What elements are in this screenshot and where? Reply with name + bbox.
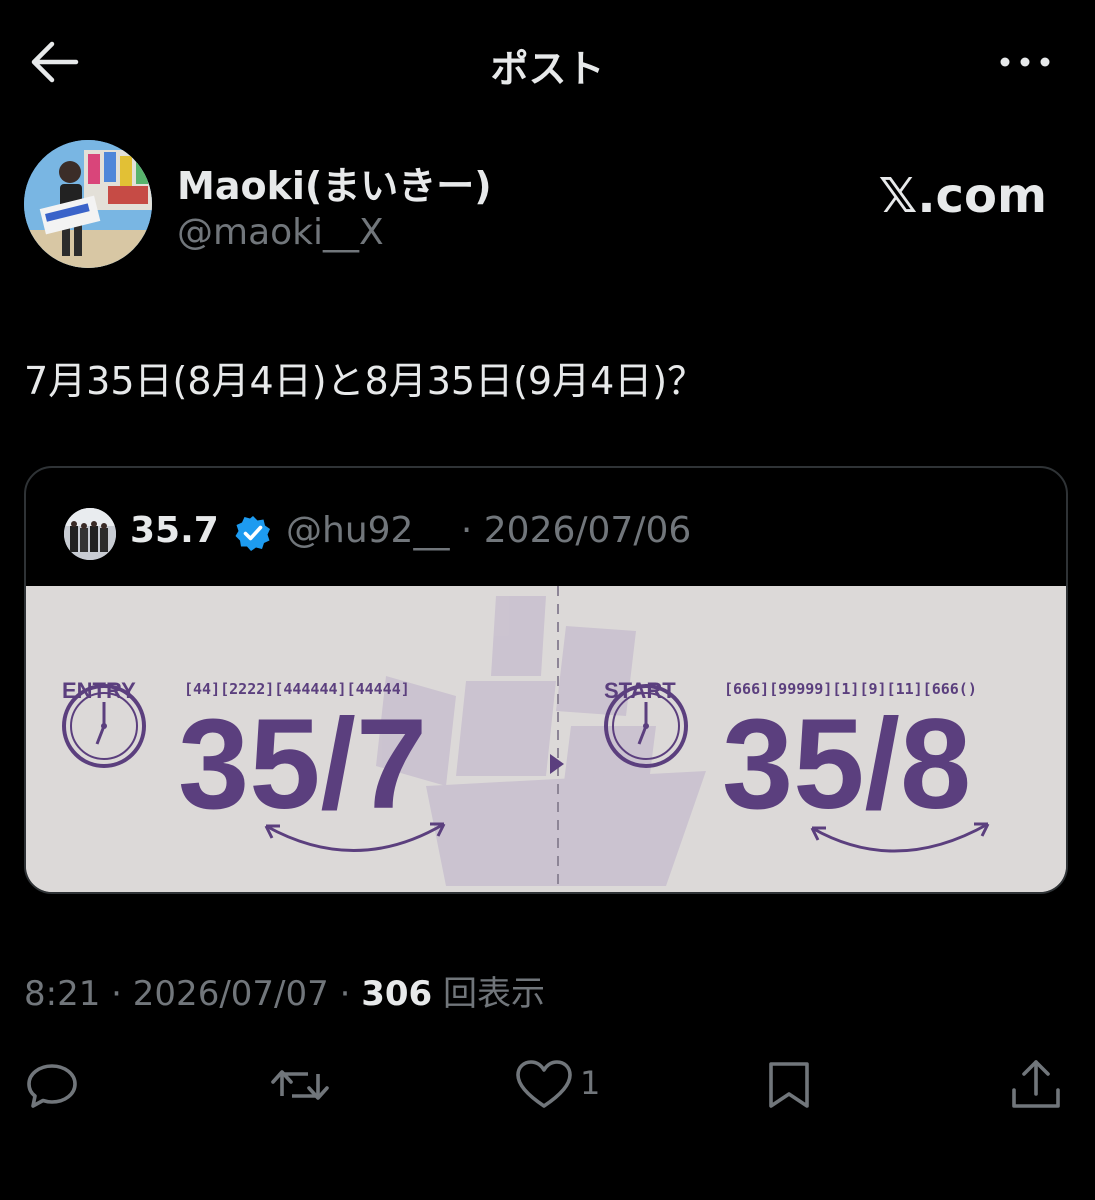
repost-icon[interactable] <box>268 1050 332 1120</box>
view-label: 回表示 <box>443 974 545 1014</box>
share-icon[interactable] <box>1006 1050 1066 1120</box>
quoted-avatar <box>64 508 116 560</box>
more-options-icon[interactable] <box>995 44 1055 80</box>
like-button[interactable]: 1 <box>514 1050 624 1120</box>
page-title: ポスト <box>490 47 605 91</box>
reply-icon[interactable] <box>24 1050 84 1120</box>
quoted-post-header: 35.7 @hu92__ · 2026/07/06 <box>26 468 1066 584</box>
top-bar: ポスト <box>0 0 1095 125</box>
verified-badge-icon <box>234 514 272 552</box>
entry-label: ENTRY <box>62 678 136 703</box>
quoted-post[interactable]: 35.7 @hu92__ · 2026/07/06 ENTRY [44][222… <box>24 466 1068 894</box>
post-text: 7月35日(8月4日)と8月35日(9月4日)？ <box>24 359 706 403</box>
like-count: 1 <box>580 1064 601 1102</box>
action-bar: 1 <box>0 1050 1095 1120</box>
heart-icon <box>516 1060 572 1108</box>
separator-dot: · <box>339 974 362 1014</box>
post-time: 8:21 <box>24 974 101 1014</box>
post-meta: 8:21 · 2026/07/07 · 306 回表示 <box>24 966 545 1015</box>
separator-dot: · <box>111 974 133 1014</box>
author-handle[interactable]: @maoki__X <box>177 212 384 253</box>
post-date: 2026/07/07 <box>132 974 329 1014</box>
bookmark-icon[interactable] <box>762 1050 816 1120</box>
quoted-handle-date: @hu92__ · 2026/07/06 <box>286 510 692 551</box>
start-number: 35/8 <box>722 693 971 836</box>
watermark-text: 𝕏.com <box>878 168 1047 224</box>
entry-number: 35/7 <box>178 693 427 836</box>
author-name[interactable]: Maoki(まいきー) <box>177 155 492 210</box>
start-label: START <box>604 678 676 703</box>
quoted-author-name: 35.7 <box>130 510 219 551</box>
view-count[interactable]: 306 <box>361 974 432 1014</box>
avatar[interactable] <box>24 140 152 268</box>
quoted-image[interactable]: ENTRY [44][2222][444444][44444] 35/7 STA… <box>26 586 1066 892</box>
